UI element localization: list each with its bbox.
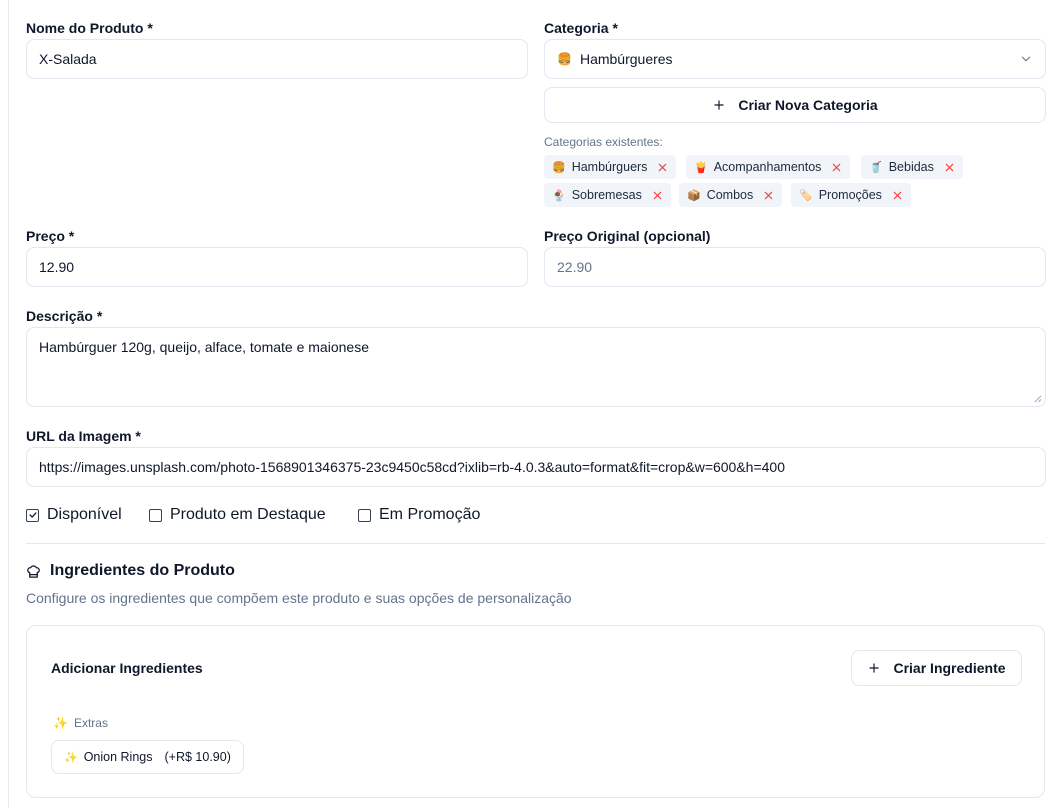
preco-label: Preço * [26, 228, 75, 244]
nome-input[interactable]: X-Salada [26, 39, 528, 79]
extras-group-label: ✨ Extras [53, 716, 108, 730]
descricao-value: Hambúrguer 120g, queijo, alface, tomate … [39, 339, 369, 355]
preco-input[interactable]: 12.90 [26, 247, 528, 287]
ingredientes-card: Adicionar Ingredientes Criar Ingrediente… [26, 625, 1045, 798]
plus-icon [869, 663, 880, 673]
criar-ingrediente-label: Criar Ingrediente [893, 660, 1006, 676]
destaque-checkbox[interactable]: Produto em Destaque [149, 506, 326, 524]
category-chip-label: Bebidas [888, 160, 934, 174]
category-chip-label: Hambúrguers [571, 160, 648, 174]
destaque-label: Produto em Destaque [170, 506, 326, 523]
category-chip: 🍨 Sobremesas [544, 183, 671, 207]
chevron-down-icon [1021, 56, 1031, 62]
ingredientes-title: Ingredientes do Produto [26, 562, 235, 580]
category-chip-label: Combos [706, 188, 754, 202]
tag-icon: 🏷️ [799, 189, 813, 202]
preco-original-input[interactable]: 22.90 [544, 247, 1046, 287]
category-chip-label: Acompanhamentos [713, 160, 822, 174]
hamburger-icon: 🍔 [552, 161, 566, 174]
remove-icon[interactable] [831, 162, 842, 173]
categoria-label: Categoria * [544, 20, 618, 36]
ingredient-name: Onion Rings [83, 750, 153, 764]
remove-icon[interactable] [944, 162, 955, 173]
disponivel-label: Disponível [47, 506, 122, 523]
checkbox-checked-icon [26, 508, 39, 522]
category-chip: 📦 Combos [679, 183, 783, 207]
descricao-label: Descrição * [26, 308, 103, 324]
sparkles-icon: ✨ [53, 716, 68, 730]
checkbox-icon [149, 508, 162, 522]
category-chip-label: Promoções [818, 188, 882, 202]
remove-icon[interactable] [763, 190, 774, 201]
extras-label: Extras [73, 716, 108, 730]
promocao-checkbox[interactable]: Em Promoção [358, 506, 480, 524]
remove-icon[interactable] [892, 190, 903, 201]
category-chip: 🍔 Hambúrguers [544, 155, 677, 179]
chef-hat-icon [27, 564, 40, 578]
categorias-existentes-label: Categorias existentes: [544, 135, 663, 149]
ingredientes-title-text: Ingredientes do Produto [50, 562, 235, 579]
nome-label: Nome do Produto * [26, 20, 153, 36]
fries-icon: 🍟 [694, 161, 708, 174]
url-imagem-label: URL da Imagem * [26, 428, 141, 444]
category-chip: 🥤 Bebidas [861, 155, 963, 179]
preco-original-label: Preço Original (opcional) [544, 228, 711, 244]
sparkles-icon: ✨ [64, 751, 78, 764]
url-imagem-input[interactable]: https://images.unsplash.com/photo-156890… [26, 447, 1046, 487]
remove-icon[interactable] [657, 162, 668, 173]
dessert-icon: 🍨 [552, 189, 566, 202]
disponivel-checkbox[interactable]: Disponível [26, 506, 122, 524]
adicionar-ingredientes-title: Adicionar Ingredientes [51, 660, 203, 676]
ingredient-chip[interactable]: ✨ Onion Rings (+R$ 10.90) [51, 740, 244, 774]
drink-icon: 🥤 [869, 161, 883, 174]
criar-categoria-label: Criar Nova Categoria [738, 97, 878, 113]
category-chip: 🏷️ Promoções [791, 183, 911, 207]
remove-icon[interactable] [652, 190, 663, 201]
categoria-selected-value: Hambúrgueres [579, 51, 673, 67]
category-chip: 🍟 Acompanhamentos [686, 155, 851, 179]
plus-icon [714, 100, 725, 110]
criar-ingrediente-button[interactable]: Criar Ingrediente [851, 650, 1022, 686]
promocao-label: Em Promoção [379, 506, 481, 523]
hamburger-icon: 🍔 [557, 52, 572, 66]
divider [26, 543, 1045, 544]
category-chip-label: Sobremesas [571, 188, 642, 202]
criar-categoria-button[interactable]: Criar Nova Categoria [544, 87, 1046, 123]
resize-grip-icon[interactable] [1033, 394, 1042, 403]
ingredientes-subtitle: Configure os ingredientes que compõem es… [26, 590, 572, 606]
categoria-select[interactable]: 🍔 Hambúrgueres [544, 39, 1046, 79]
descricao-textarea[interactable]: Hambúrguer 120g, queijo, alface, tomate … [26, 327, 1046, 407]
checkbox-icon [358, 508, 371, 522]
ingredient-price: (+R$ 10.90) [164, 750, 231, 764]
box-icon: 📦 [687, 189, 701, 202]
